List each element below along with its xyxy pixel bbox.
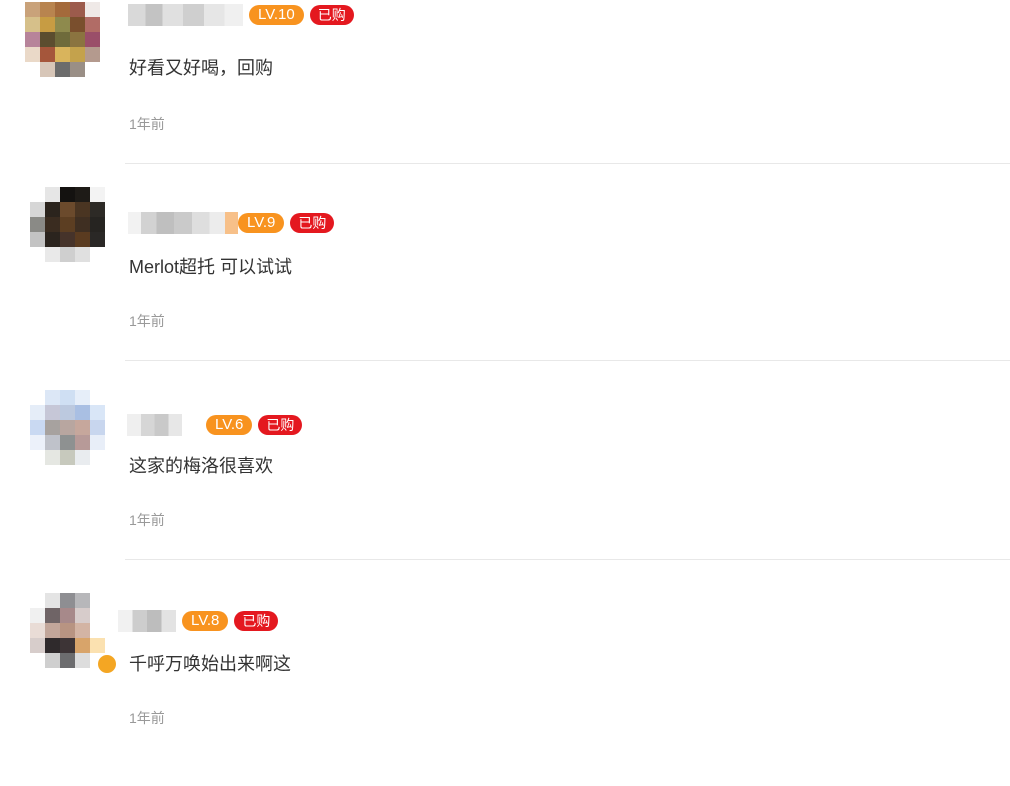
level-badge: LV.6 — [206, 415, 253, 435]
divider — [125, 163, 1010, 164]
comment-text: 千呼万唤始出来啊这 — [129, 654, 291, 674]
nickname[interactable] — [128, 2, 243, 28]
divider — [125, 360, 1010, 361]
comment-text: Merlot超托 可以试试 — [129, 257, 293, 277]
comment-item: LV.10 已购 好看又好喝，回购 1年前 — [0, 0, 1010, 192]
comment-text: 这家的梅洛很喜欢 — [129, 456, 273, 476]
comment-time: 1年前 — [129, 512, 165, 528]
comment-text: 好看又好喝，回购 — [129, 58, 273, 78]
comment-time: 1年前 — [129, 116, 165, 132]
bought-badge: 已购 — [234, 611, 279, 631]
nickname-blur — [128, 212, 238, 234]
comment-time: 1年前 — [129, 710, 165, 726]
comment-meta: 唤 妈 LV.6 已购 — [127, 412, 303, 438]
bought-badge: 已购 — [309, 5, 354, 25]
comment-meta: LV.8 已购 — [118, 608, 279, 634]
vip-ring-icon — [96, 653, 118, 675]
comment-item: 唤 妈 LV.6 已购 这家的梅洛很喜欢 1年前 — [0, 390, 1010, 588]
avatar[interactable] — [30, 593, 105, 668]
nickname[interactable]: 唤 妈 — [127, 412, 200, 438]
comment-meta: LV.10 已购 — [128, 2, 354, 28]
nickname-blur — [118, 610, 176, 632]
level-badge: LV.10 — [249, 5, 304, 25]
level-badge: LV.9 — [238, 213, 285, 233]
avatar[interactable] — [30, 187, 105, 262]
nickname-blur — [128, 4, 243, 26]
nickname[interactable] — [118, 608, 176, 634]
nickname[interactable] — [128, 210, 238, 236]
comment-item: LV.9 已购 Merlot超托 可以试试 1年前 — [0, 187, 1010, 390]
comment-meta: LV.9 已购 — [128, 210, 335, 236]
bought-badge: 已购 — [290, 213, 335, 233]
comment-item: LV.8 已购 千呼万唤始出来啊这 1年前 — [0, 588, 1010, 786]
divider — [125, 559, 1010, 560]
nickname-blur — [127, 414, 183, 436]
avatar[interactable] — [25, 2, 100, 77]
level-badge: LV.8 — [182, 611, 229, 631]
comment-time: 1年前 — [129, 313, 165, 329]
bought-badge: 已购 — [258, 415, 303, 435]
avatar[interactable] — [30, 390, 105, 465]
